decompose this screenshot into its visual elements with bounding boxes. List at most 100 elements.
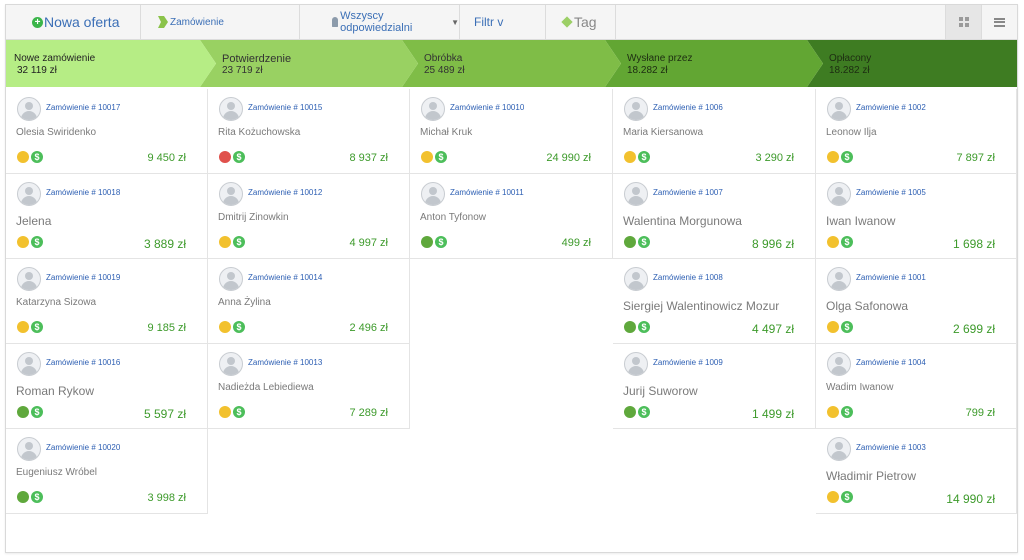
responsible-dropdown[interactable]: Wszyscy odpowiedzialni ▼ <box>300 5 460 39</box>
payment-icon: $ <box>31 151 43 163</box>
list-view-icon <box>994 17 1005 27</box>
order-card[interactable]: Zamówienie # 10017 Olesia Swiridenko $9 45… <box>6 89 208 174</box>
order-card[interactable]: Zamówienie # 1003 Władimir Pietrow $14 990… <box>816 429 1017 514</box>
status-dot-icon <box>827 236 839 248</box>
stage-sum: 32 119 zł <box>17 65 57 76</box>
stage-name: Opłacony <box>829 53 872 64</box>
client-name: Anna Żylina <box>218 297 271 308</box>
stage-column: Zamówienie # 10010 Michał Kruk $24 990 zł Z… <box>410 89 613 553</box>
order-card[interactable]: Zamówienie # 1002 Leonow Ilja $7 897 zł <box>816 89 1017 174</box>
avatar <box>17 182 41 206</box>
order-link[interactable]: Zamówienie # 10019 <box>46 273 120 282</box>
order-card[interactable]: Zamówienie # 10010 Michał Kruk $24 990 zł <box>410 89 613 174</box>
order-card[interactable]: Zamówienie # 1004 Wadim Iwanow $799 zł <box>816 344 1017 429</box>
order-link[interactable]: Zamówienie # 10014 <box>248 273 322 282</box>
order-link[interactable]: Zamówienie # 1002 <box>856 103 926 112</box>
status-dot-icon <box>17 321 29 333</box>
order-link[interactable]: Zamówienie # 10012 <box>248 188 322 197</box>
status-indicators: $ <box>624 406 650 418</box>
order-card[interactable]: Zamówienie # 10012 Dmitrij Zinowkin $4 997… <box>208 174 410 259</box>
order-link[interactable]: Zamówienie # 10013 <box>248 358 322 367</box>
order-amount: 5 597 zł <box>143 407 186 421</box>
avatar <box>421 182 445 206</box>
status-indicators: $ <box>219 406 245 418</box>
order-link[interactable]: Zamówienie # 1001 <box>856 273 926 282</box>
toolbar: + Nowa oferta Zamówienie Wszyscy odpowie… <box>6 5 1017 40</box>
avatar <box>827 97 851 121</box>
status-dot-icon <box>827 321 839 333</box>
order-link[interactable]: Zamówienie # 1005 <box>856 188 926 197</box>
stage-sum: 25 489 zł <box>424 65 465 76</box>
status-indicators: $ <box>827 491 853 503</box>
tag-button[interactable]: Tag <box>546 5 616 39</box>
status-dot-icon <box>17 491 29 503</box>
stage-header[interactable]: Opłacony 18.282 zł <box>807 40 1017 87</box>
order-card[interactable]: Zamówienie # 10015 Rita Kożuchowska $8 937… <box>208 89 410 174</box>
status-dot-icon <box>421 151 433 163</box>
stage-name: Obróbka <box>424 53 463 64</box>
client-name: Dmitrij Zinowkin <box>218 212 289 223</box>
payment-icon: $ <box>638 151 650 163</box>
client-name: Maria Kiersanowa <box>623 127 704 138</box>
order-card[interactable]: Zamówienie # 1007 Walentina Morgunowa $8 9… <box>613 174 816 259</box>
client-name: Wadim Iwanow <box>826 382 894 393</box>
order-link[interactable]: Zamówienie # 10011 <box>450 188 524 197</box>
order-link[interactable]: Zamówienie # 10018 <box>46 188 120 197</box>
stage-name: Nowe zamówienie <box>14 53 96 64</box>
board-view-button[interactable] <box>945 5 981 39</box>
filter-button[interactable]: Filtr v <box>460 5 546 39</box>
stage-header-row: Nowe zamówienie 32 119 zł Potwierdzenie 23 … <box>6 40 1017 90</box>
stage-header[interactable]: Obróbka 25 489 zł <box>402 40 621 87</box>
client-name: Anton Tyfonow <box>420 212 486 223</box>
order-link[interactable]: Zamówienie # 1006 <box>653 103 723 112</box>
status-dot-icon <box>624 406 636 418</box>
order-link[interactable]: Zamówienie # 10017 <box>46 103 120 112</box>
order-card[interactable]: Zamówienie # 1006 Maria Kiersanowa $3 290 … <box>613 89 816 174</box>
order-amount: 799 zł <box>965 407 995 419</box>
status-indicators: $ <box>219 321 245 333</box>
stage-name: Wysłane przez <box>627 53 693 64</box>
payment-icon: $ <box>233 406 245 418</box>
user-icon <box>332 17 339 27</box>
order-link[interactable]: Zamówienie # 1003 <box>856 443 926 452</box>
order-card[interactable]: Zamówienie # 1001 Olga Safonowa $2 699 zł <box>816 259 1017 344</box>
order-card[interactable]: Zamówienie # 10018 Jelena $3 889 zł <box>6 174 208 259</box>
order-card[interactable]: Zamówienie # 1009 Jurij Suworow $1 499 zł <box>613 344 816 429</box>
order-amount: 14 990 zł <box>946 492 995 506</box>
order-amount: 1 499 zł <box>751 407 794 421</box>
client-name: Roman Rykow <box>16 384 95 398</box>
order-link[interactable]: Zamówienie # 1008 <box>653 273 723 282</box>
status-dot-icon <box>219 236 231 248</box>
payment-icon: $ <box>638 406 650 418</box>
stage-sum: 18.282 zł <box>627 65 668 76</box>
stage-header[interactable]: Nowe zamówienie 32 119 zł <box>6 40 216 87</box>
order-card[interactable]: Zamówienie # 10013 Nadieżda Lebiediewa $7 … <box>208 344 410 429</box>
order-link[interactable]: Zamówienie # 1009 <box>653 358 723 367</box>
order-card[interactable]: Zamówienie # 10020 Eugeniusz Wróbel $3 998… <box>6 429 208 514</box>
order-type-filter[interactable]: Zamówienie <box>141 5 300 39</box>
order-link[interactable]: Zamówienie # 1007 <box>653 188 723 197</box>
avatar <box>827 437 851 461</box>
order-link[interactable]: Zamówienie # 10016 <box>46 358 120 367</box>
client-name: Siergiej Walentinowicz Mozur <box>623 299 780 313</box>
avatar <box>827 267 851 291</box>
order-card[interactable]: Zamówienie # 1008 Siergiej Walentinowicz … <box>613 259 816 344</box>
new-offer-button[interactable]: + Nowa oferta <box>6 5 141 39</box>
order-link[interactable]: Zamówienie # 1004 <box>856 358 926 367</box>
order-amount: 7 897 zł <box>956 152 995 164</box>
order-card[interactable]: Zamówienie # 10016 Roman Rykow $5 597 zł <box>6 344 208 429</box>
avatar <box>624 182 648 206</box>
stage-column: Zamówienie # 1002 Leonow Ilja $7 897 zł Zam… <box>816 89 1017 553</box>
list-view-button[interactable] <box>981 5 1017 39</box>
order-card[interactable]: Zamówienie # 10019 Katarzyna Sizowa $9 185… <box>6 259 208 344</box>
order-card[interactable]: Zamówienie # 10011 Anton Tyfonow $499 zł <box>410 174 613 259</box>
order-link[interactable]: Zamówienie # 10010 <box>450 103 524 112</box>
order-card[interactable]: Zamówienie # 1005 Iwan Iwanow $1 698 zł <box>816 174 1017 259</box>
stage-header[interactable]: Wysłane przez 18.282 zł <box>605 40 823 87</box>
stage-header[interactable]: Potwierdzenie 23 719 zł <box>200 40 418 87</box>
plus-icon: + <box>32 16 43 28</box>
order-link[interactable]: Zamówienie # 10020 <box>46 443 120 452</box>
order-card[interactable]: Zamówienie # 10014 Anna Żylina $2 496 zł <box>208 259 410 344</box>
client-name: Leonow Ilja <box>826 127 877 138</box>
order-link[interactable]: Zamówienie # 10015 <box>248 103 322 112</box>
